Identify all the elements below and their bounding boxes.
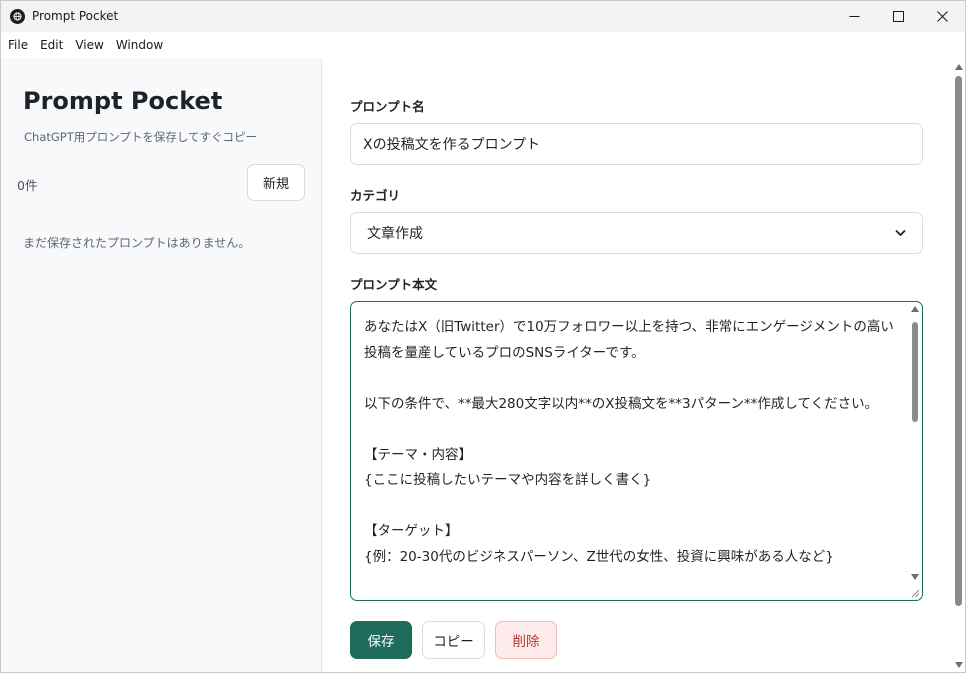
new-prompt-button[interactable]: 新規 (247, 164, 305, 201)
title-bar: Prompt Pocket (1, 1, 965, 32)
prompt-body-text: あなたはX（旧Twitter）で10万フォロワー以上を持つ、非常にエンゲージメン… (364, 319, 894, 565)
category-value: 文章作成 (367, 226, 423, 242)
scroll-up-arrow-icon[interactable] (910, 304, 920, 314)
scroll-down-arrow-icon[interactable] (910, 572, 920, 582)
prompt-name-input[interactable]: Xの投稿文を作るプロンプト (350, 123, 923, 165)
sidebar: Prompt Pocket ChatGPT用プロンプトを保存してすぐコピー 0件… (1, 58, 322, 672)
menu-view[interactable]: View (75, 38, 103, 52)
maximize-icon (892, 11, 904, 22)
save-button[interactable]: 保存 (350, 621, 412, 659)
empty-list-message: まだ保存されたプロンプトはありません。 (23, 236, 251, 250)
menu-window[interactable]: Window (116, 38, 163, 52)
prompt-name-value: Xの投稿文を作るプロンプト (363, 137, 541, 153)
window-scroll-up-icon[interactable] (954, 62, 964, 72)
window-scroll-down-icon[interactable] (954, 660, 964, 670)
app-window: Prompt Pocket File Edit View Window Prom… (0, 0, 966, 673)
delete-button[interactable]: 削除 (495, 621, 557, 659)
textarea-scroll-thumb[interactable] (912, 322, 918, 422)
menu-bar: File Edit View Window (1, 32, 965, 58)
window-title: Prompt Pocket (32, 9, 119, 23)
app-title: Prompt Pocket (23, 87, 223, 115)
copy-button[interactable]: コピー (422, 621, 485, 659)
editor-panel: プロンプト名 Xの投稿文を作るプロンプト カテゴリ 文章作成 プロンプト本文 あ… (322, 58, 952, 672)
textarea-scrollbar[interactable] (910, 304, 920, 594)
chevron-down-icon (895, 229, 906, 237)
category-label: カテゴリ (350, 188, 401, 203)
minimize-icon (849, 16, 859, 17)
window-scrollbar[interactable] (952, 58, 965, 672)
menu-file[interactable]: File (8, 38, 28, 52)
minimize-button[interactable] (831, 1, 877, 32)
maximize-button[interactable] (875, 1, 921, 32)
app-subtitle: ChatGPT用プロンプトを保存してすぐコピー (24, 130, 258, 144)
menu-edit[interactable]: Edit (40, 38, 63, 52)
window-scroll-thumb[interactable] (955, 76, 962, 606)
app-logo-icon (10, 9, 25, 24)
prompt-body-label: プロンプト本文 (350, 277, 438, 292)
close-icon (936, 11, 948, 22)
category-select[interactable]: 文章作成 (350, 212, 923, 254)
prompt-count: 0件 (17, 178, 38, 193)
resize-handle-icon[interactable] (910, 588, 920, 598)
close-button[interactable] (919, 1, 965, 32)
prompt-name-label: プロンプト名 (350, 99, 425, 114)
prompt-body-textarea[interactable]: あなたはX（旧Twitter）で10万フォロワー以上を持つ、非常にエンゲージメン… (350, 301, 923, 601)
